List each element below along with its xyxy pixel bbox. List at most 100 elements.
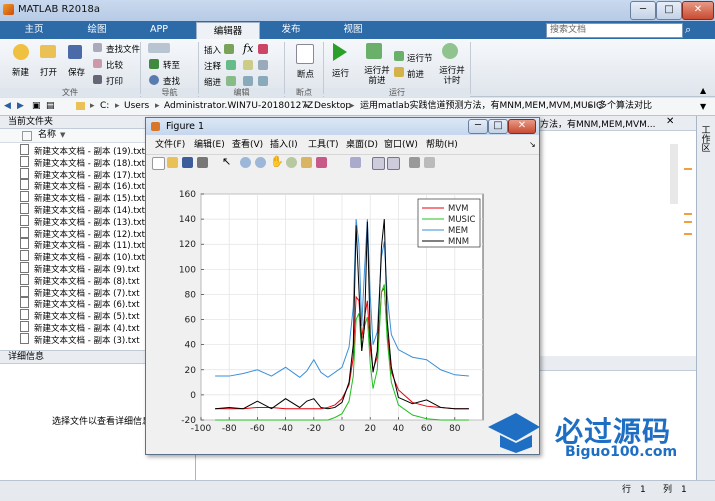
file-list-item[interactable]: 新建文本文档 - 副本 (18).txt [20, 155, 145, 169]
menu-insert[interactable]: 插入(I) [270, 138, 298, 152]
name-column-label[interactable]: 名称 [38, 129, 56, 142]
uncomment-icon[interactable] [258, 60, 268, 70]
code-analyzer-marker[interactable] [684, 221, 692, 223]
find-button[interactable]: 查找 [163, 75, 180, 87]
run-icon[interactable] [333, 43, 347, 61]
comment-button[interactable]: 注释 [204, 60, 221, 72]
file-list-item[interactable]: 新建文本文档 - 副本 (9).txt [20, 262, 140, 275]
insert-section-icon[interactable] [224, 44, 234, 54]
find-files-button[interactable]: 查找文件 [106, 43, 140, 55]
dock-figure-icon[interactable]: ↘ [529, 138, 536, 152]
advance-button[interactable]: 前进 [407, 68, 424, 80]
zoom-in-icon[interactable] [240, 157, 251, 168]
code-analyzer-marker[interactable] [684, 213, 692, 215]
save-icon[interactable] [68, 45, 82, 59]
close-button[interactable]: ✕ [682, 1, 714, 20]
file-list-item[interactable]: 新建文本文档 - 副本 (7).txt [20, 285, 140, 299]
code-analyzer-marker[interactable] [684, 233, 692, 235]
increase-indent-icon[interactable] [243, 76, 253, 86]
goto-button[interactable]: 转至 [163, 59, 180, 71]
run-section-button[interactable]: 运行节 [407, 52, 433, 64]
file-list-item[interactable]: 新建文本文档 - 副本 (12).txt [20, 226, 145, 240]
forward-icon[interactable]: ▶ [17, 98, 24, 115]
breadcrumb-users[interactable]: Users [124, 98, 149, 115]
menu-view[interactable]: 查看(V) [232, 138, 263, 152]
smart-indent-icon[interactable] [226, 76, 236, 86]
maximize-button[interactable]: □ [656, 1, 682, 20]
menu-edit[interactable]: 编辑(E) [194, 138, 225, 152]
nav-arrows-icon[interactable] [148, 43, 170, 53]
file-list-item[interactable]: 新建文本文档 - 副本 (8).txt [20, 273, 140, 287]
breadcrumb-subfolder[interactable]: 多个算法对比 [598, 98, 652, 115]
code-analyzer-marker[interactable] [684, 168, 692, 170]
tab-editor[interactable]: 编辑器 [196, 22, 260, 40]
show-plot-tools-icon[interactable] [424, 157, 435, 168]
minimize-button[interactable]: ─ [630, 1, 656, 20]
file-list-item[interactable]: 新建文本文档 - 副本 (3).txt [20, 332, 140, 346]
pan-icon[interactable]: ✋ [270, 155, 284, 168]
zoom-out-icon[interactable] [255, 157, 266, 168]
colorbar-icon[interactable] [372, 157, 385, 170]
open-button[interactable]: 打开 [40, 66, 57, 78]
new-figure-icon[interactable] [152, 157, 165, 170]
menu-window[interactable]: 窗口(W) [384, 138, 418, 152]
file-list-item[interactable]: 新建文本文档 - 副本 (14).txt [20, 203, 145, 216]
figure-minimize-button[interactable]: ─ [468, 119, 488, 134]
run-time-button[interactable]: 运行并 计时 [437, 66, 467, 86]
print-button[interactable]: 打印 [106, 75, 123, 87]
fx-icon[interactable]: fx [243, 42, 253, 55]
figure-maximize-button[interactable]: □ [488, 119, 508, 134]
link-plot-icon[interactable] [350, 157, 361, 168]
browse-folder-icon[interactable]: ▤ [46, 98, 55, 115]
rotate-icon[interactable] [286, 157, 297, 168]
breadcrumb-admin[interactable]: Administrator.WIN7U-20180127Z [164, 98, 313, 115]
run-button[interactable]: 运行 [332, 67, 349, 79]
editor-close-icon[interactable]: ✕ [666, 116, 674, 127]
workspace-panel[interactable] [696, 116, 715, 496]
file-list-item[interactable]: 新建文本文档 - 副本 (16).txt [20, 179, 145, 192]
pointer-icon[interactable]: ↖ [222, 155, 231, 168]
figure-close-button[interactable]: ✕ [508, 119, 536, 134]
search-docs-input[interactable]: 搜索文档 [546, 23, 683, 38]
editor-scrollbar[interactable] [670, 144, 678, 204]
file-list-item[interactable]: 新建文本文档 - 副本 (15).txt [20, 191, 145, 204]
comment-percent-icon[interactable] [226, 60, 236, 70]
new-icon[interactable] [13, 44, 29, 60]
menu-file[interactable]: 文件(F) [155, 138, 185, 152]
breadcrumb-project[interactable]: 运用matlab实践信道预测方法，有MNM,MEM,MVM,MUSIC [360, 98, 602, 115]
file-list-item[interactable]: 新建文本文档 - 副本 (19).txt [20, 144, 145, 157]
select-all-checkbox[interactable] [22, 131, 32, 141]
data-cursor-icon[interactable] [301, 157, 312, 168]
hide-plot-tools-icon[interactable] [409, 157, 420, 168]
new-button[interactable]: 新建 [12, 66, 29, 78]
open-file-icon[interactable] [167, 157, 178, 168]
breadcrumb-desktop[interactable]: Desktop [314, 98, 351, 115]
tab-view[interactable]: 视图 [324, 21, 382, 39]
insert-button[interactable]: 插入 [204, 44, 221, 56]
file-list-item[interactable]: 新建文本文档 - 副本 (4).txt [20, 321, 140, 334]
back-icon[interactable]: ◀ [4, 98, 11, 115]
tab-plots[interactable]: 绘图 [68, 21, 126, 39]
tab-publish[interactable]: 发布 [262, 21, 320, 39]
legend-icon[interactable] [387, 157, 400, 170]
open-folder-icon[interactable] [40, 45, 56, 58]
menu-tools[interactable]: 工具(T) [308, 138, 339, 152]
breadcrumb-drive[interactable]: C: [100, 98, 109, 115]
tab-apps[interactable]: APP [130, 21, 188, 39]
run-advance-button[interactable]: 运行并 前进 [362, 66, 392, 86]
tab-home[interactable]: 主页 [5, 21, 63, 39]
file-list-item[interactable]: 新建文本文档 - 副本 (17).txt [20, 167, 145, 181]
compare-button[interactable]: 比较 [106, 59, 123, 71]
figure-window[interactable]: Figure 1 ─ □ ✕ 文件(F) 编辑(E) 查看(V) 插入(I) 工… [145, 117, 540, 455]
save-figure-icon[interactable] [182, 157, 193, 168]
collapse-toolstrip-icon[interactable]: ▲ [700, 86, 706, 95]
menu-desktop[interactable]: 桌面(D) [346, 138, 378, 152]
search-icon[interactable]: ⌕ [685, 23, 699, 37]
run-advance-icon[interactable] [366, 43, 382, 59]
print-figure-icon[interactable] [197, 157, 208, 168]
breakpoints-icon[interactable] [296, 44, 314, 64]
save-button[interactable]: 保存 [68, 66, 85, 78]
up-folder-icon[interactable]: ▣ [32, 98, 41, 115]
decrease-indent-icon[interactable] [258, 76, 268, 86]
indent-button[interactable]: 缩进 [204, 76, 221, 88]
